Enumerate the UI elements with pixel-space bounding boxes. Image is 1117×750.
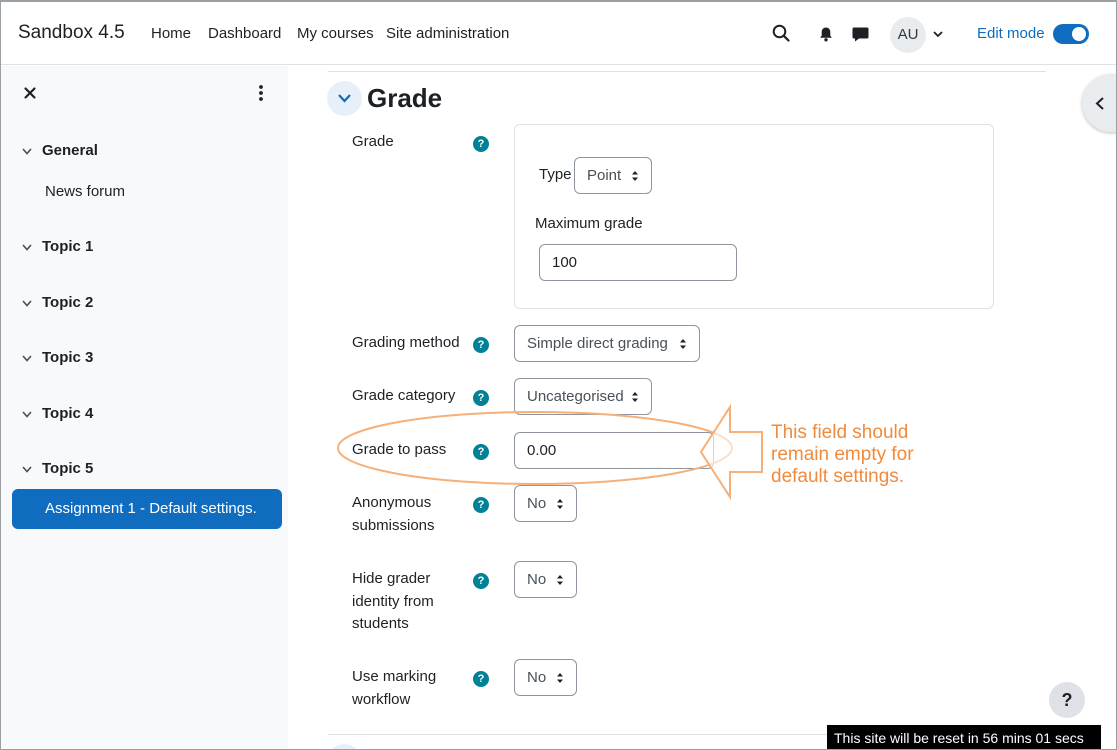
grade-type-select[interactable]: Point — [574, 157, 652, 194]
select-value: Simple direct grading — [527, 335, 668, 352]
section-label: Topic 4 — [42, 405, 94, 422]
edit-mode-label[interactable]: Edit mode — [977, 25, 1045, 42]
select-value: Uncategorised — [527, 388, 624, 405]
select-value: Point — [587, 167, 622, 184]
max-grade-input[interactable]: 100 — [539, 244, 737, 281]
help-icon[interactable]: ? — [473, 136, 489, 152]
site-brand[interactable]: Sandbox 4.5 — [18, 22, 125, 44]
help-icon[interactable]: ? — [473, 337, 489, 353]
collapse-section-button[interactable] — [327, 81, 362, 116]
edit-mode-toggle[interactable] — [1053, 24, 1089, 44]
chevron-down-icon[interactable] — [21, 147, 33, 156]
hide-grader-label: Hide grader identity from students — [352, 570, 434, 632]
chevron-down-icon[interactable] — [21, 243, 33, 252]
browser-frame: Sandbox 4.5 Home Dashboard My courses Si… — [0, 0, 1117, 750]
max-grade-label: Maximum grade — [535, 215, 643, 232]
help-icon[interactable]: ? — [473, 573, 489, 589]
help-icon[interactable]: ? — [473, 497, 489, 513]
select-caret-icon — [632, 392, 638, 402]
chevron-down-icon — [338, 94, 351, 103]
section-divider — [328, 71, 1046, 72]
annotation-note: This field should remain empty for defau… — [771, 422, 914, 487]
chevron-down-icon[interactable] — [21, 354, 33, 363]
more-options-icon[interactable] — [256, 84, 266, 102]
user-avatar[interactable]: AU — [890, 17, 926, 53]
drawer-item-news-forum[interactable]: News forum — [45, 183, 125, 200]
course-index-drawer: General News forum Topic 1 Topic 2 Topic… — [1, 66, 288, 749]
section-label: Topic 5 — [42, 460, 94, 477]
select-value: No — [527, 495, 547, 512]
chevron-down-icon[interactable] — [21, 299, 33, 308]
select-caret-icon — [557, 499, 563, 509]
chevron-down-icon[interactable] — [932, 29, 944, 39]
help-icon[interactable]: ? — [473, 671, 489, 687]
select-value: No — [527, 571, 547, 588]
anonymous-submissions-label: Anonymous submissions — [352, 494, 435, 534]
nav-my-courses[interactable]: My courses — [297, 25, 374, 42]
annotation-ellipse — [337, 411, 733, 485]
select-caret-icon — [632, 171, 638, 181]
section-title-grade: Grade — [367, 83, 443, 113]
toggle-knob — [1072, 27, 1086, 41]
nav-site-administration[interactable]: Site administration — [386, 25, 509, 42]
select-value: No — [527, 669, 547, 686]
marking-workflow-label: Use marking workflow — [352, 668, 437, 708]
top-navbar: Sandbox 4.5 Home Dashboard My courses Si… — [1, 2, 1116, 65]
section-label: Topic 2 — [42, 294, 94, 311]
section-label: Topic 3 — [42, 349, 94, 366]
select-caret-icon — [680, 339, 686, 349]
grading-method-select[interactable]: Simple direct grading — [514, 325, 700, 362]
grade-type-label: Type — [539, 166, 572, 183]
chevron-down-icon[interactable] — [21, 465, 33, 474]
grade-category-label: Grade category — [352, 387, 456, 404]
chevron-left-icon — [1095, 97, 1104, 110]
grade-label: Grade — [352, 133, 394, 150]
select-caret-icon — [557, 575, 563, 585]
nav-home[interactable]: Home — [151, 25, 191, 42]
marking-workflow-select[interactable]: No — [514, 659, 577, 696]
messages-icon[interactable] — [852, 26, 869, 42]
next-section-collapse-button[interactable] — [327, 744, 362, 749]
section-label: Topic 1 — [42, 238, 94, 255]
chevron-down-icon[interactable] — [21, 410, 33, 419]
close-icon[interactable] — [23, 86, 37, 100]
site-reset-banner: This site will be reset in 56 mins 01 se… — [827, 725, 1101, 749]
hide-grader-select[interactable]: No — [514, 561, 577, 598]
notification-bell-icon[interactable] — [818, 26, 834, 42]
anonymous-submissions-select[interactable]: No — [514, 485, 577, 522]
annotation-arrow-icon — [699, 404, 763, 500]
search-icon[interactable] — [772, 24, 790, 42]
grading-method-label: Grading method — [352, 334, 460, 351]
section-label: General — [42, 142, 98, 159]
help-button[interactable]: ? — [1049, 682, 1085, 718]
drawer-item-assignment-1[interactable]: Assignment 1 - Default settings. — [12, 489, 282, 529]
nav-dashboard[interactable]: Dashboard — [208, 25, 281, 42]
select-caret-icon — [557, 673, 563, 683]
help-icon[interactable]: ? — [473, 390, 489, 406]
